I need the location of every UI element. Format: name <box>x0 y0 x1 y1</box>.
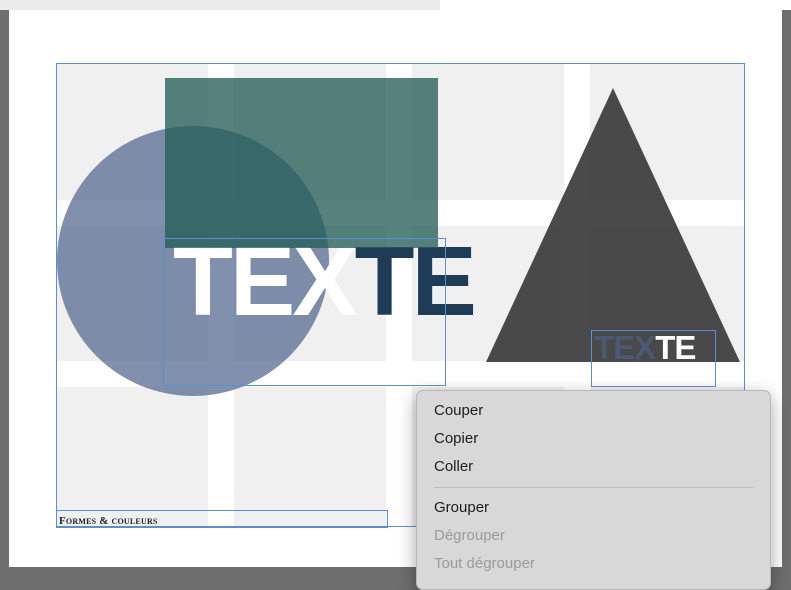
menu-separator <box>434 487 753 488</box>
footer-label: Formes & couleurs <box>59 515 158 527</box>
text-frame-border-large <box>163 238 446 386</box>
menu-item-coller[interactable]: Coller <box>417 453 770 481</box>
menu-item-degrouper[interactable]: Dégrouper <box>417 522 770 550</box>
menu-item-grouper[interactable]: Grouper <box>417 494 770 522</box>
context-menu: Couper Copier Coller Grouper Dégrouper T… <box>416 390 771 590</box>
menu-item-couper[interactable]: Couper <box>417 397 770 425</box>
menu-item-tout-degrouper[interactable]: Tout dégrouper <box>417 550 770 578</box>
menu-item-copier[interactable]: Copier <box>417 425 770 453</box>
text-frame-border-small <box>591 330 716 387</box>
toolbar-shadow <box>0 0 440 10</box>
